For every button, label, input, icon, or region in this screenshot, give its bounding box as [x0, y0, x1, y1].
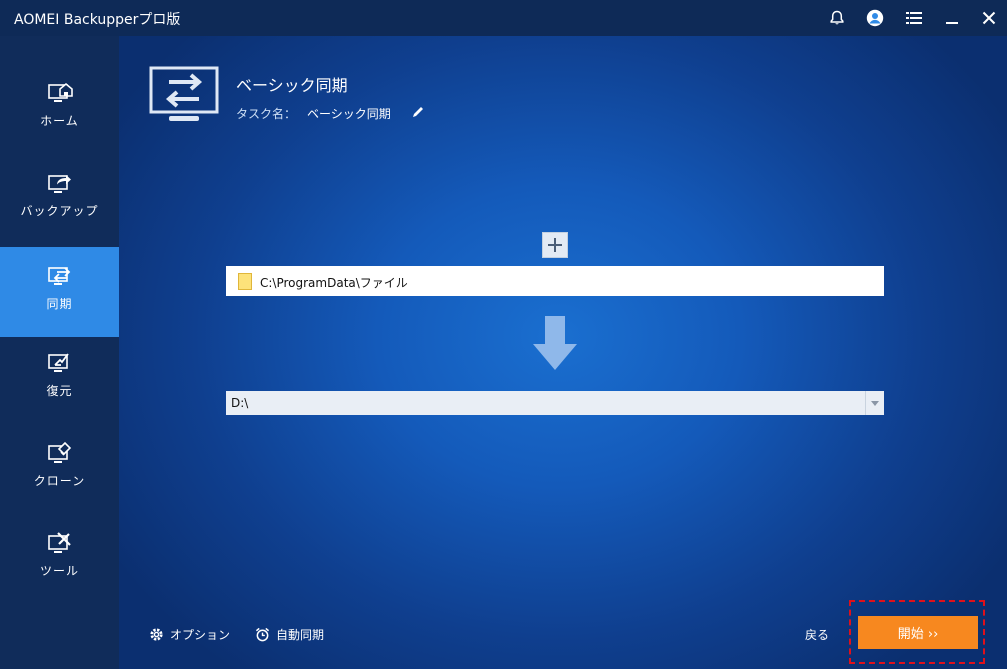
task-name-value: ベーシック同期: [307, 107, 391, 121]
sidebar-item-restore[interactable]: 復元: [0, 334, 119, 424]
app-title: AOMEI Backupperプロ版: [14, 12, 181, 28]
start-button[interactable]: 開始 ››: [858, 616, 978, 649]
sidebar-item-tools[interactable]: ツール: [0, 514, 119, 604]
user-account-icon[interactable]: [865, 8, 885, 28]
sidebar-item-backup[interactable]: バックアップ: [0, 154, 119, 244]
sidebar-item-clone[interactable]: クローン: [0, 424, 119, 514]
pencil-edit-icon[interactable]: [411, 104, 425, 118]
menu-icon[interactable]: [904, 8, 924, 28]
sidebar-item-label: 同期: [46, 297, 73, 311]
task-name-label: タスク名：: [236, 107, 297, 121]
plus-icon: [548, 238, 562, 252]
sidebar-item-label: バックアップ: [20, 204, 99, 218]
sidebar-item-label: クローン: [33, 474, 86, 488]
close-icon[interactable]: [979, 8, 999, 28]
minimize-icon[interactable]: [942, 8, 962, 28]
folder-icon: [238, 273, 252, 290]
add-source-button[interactable]: [542, 232, 568, 258]
sidebar: ホーム バックアップ 同期 復元 クローン ツール: [0, 36, 119, 669]
sync-monitor-icon: [149, 66, 221, 126]
source-folder-field[interactable]: C:\ProgramData\ファイル: [226, 266, 884, 296]
options-label: オプション: [170, 627, 231, 642]
schedule-label: 自動同期: [276, 627, 325, 642]
chevron-down-icon[interactable]: [865, 391, 884, 415]
clone-icon: [47, 440, 73, 466]
restore-icon: [47, 350, 73, 376]
sync-icon: [47, 263, 73, 289]
title-bar: AOMEI Backupperプロ版: [0, 0, 1007, 36]
sidebar-item-label: ツール: [39, 564, 79, 578]
gear-icon: [150, 627, 163, 641]
main-panel: ベーシック同期 タスク名： ベーシック同期 C:\ProgramData\ファイ…: [119, 36, 1007, 669]
tools-icon: [47, 530, 73, 556]
back-button[interactable]: 戻る: [805, 626, 829, 643]
destination-path-select[interactable]: D:\: [226, 391, 884, 415]
alarm-clock-icon: [255, 627, 270, 641]
sidebar-item-sync[interactable]: 同期: [0, 247, 119, 337]
options-button[interactable]: オプション: [149, 624, 230, 644]
backup-icon: [47, 170, 73, 196]
destination-path: D:\: [231, 396, 249, 410]
down-arrow-icon: [531, 314, 579, 372]
sidebar-item-label: 復元: [46, 384, 73, 398]
operation-title: ベーシック同期: [236, 76, 348, 95]
source-path: C:\ProgramData\ファイル: [260, 276, 408, 290]
notification-bell-icon[interactable]: [827, 8, 847, 28]
home-icon: [47, 80, 73, 106]
sidebar-item-home[interactable]: ホーム: [0, 64, 119, 154]
schedule-sync-button[interactable]: 自動同期: [255, 624, 324, 644]
sidebar-item-label: ホーム: [40, 114, 79, 128]
